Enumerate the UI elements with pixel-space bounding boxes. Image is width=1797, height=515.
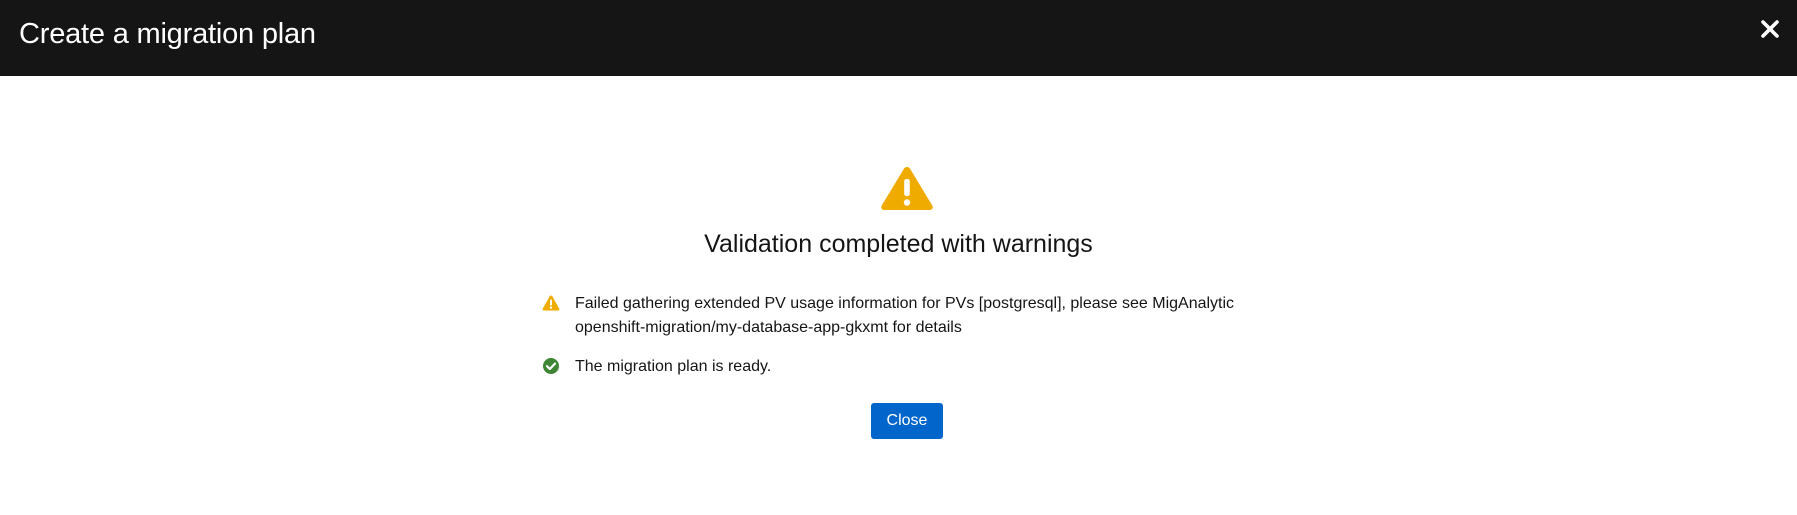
success-message: The migration plan is ready. (542, 355, 1262, 379)
result-title: Validation completed with warnings (704, 230, 1093, 258)
close-icon[interactable] (1759, 18, 1781, 40)
warning-triangle-icon (881, 167, 933, 210)
modal-title: Create a migration plan (19, 18, 316, 50)
check-circle-icon (543, 358, 559, 374)
modal-body: Validation completed with warnings Faile… (0, 76, 1797, 515)
modal-header: Create a migration plan (0, 0, 1797, 76)
close-button[interactable]: Close (871, 403, 943, 439)
warning-message-line-1: Failed gathering extended PV usage infor… (575, 295, 1235, 312)
warning-icon (542, 295, 560, 311)
warning-message-line-2: openshift-migration/my-database-app-gkxm… (575, 319, 962, 336)
success-message-text: The migration plan is ready. (575, 358, 772, 375)
warning-message: Failed gathering extended PV usage infor… (542, 292, 1262, 340)
